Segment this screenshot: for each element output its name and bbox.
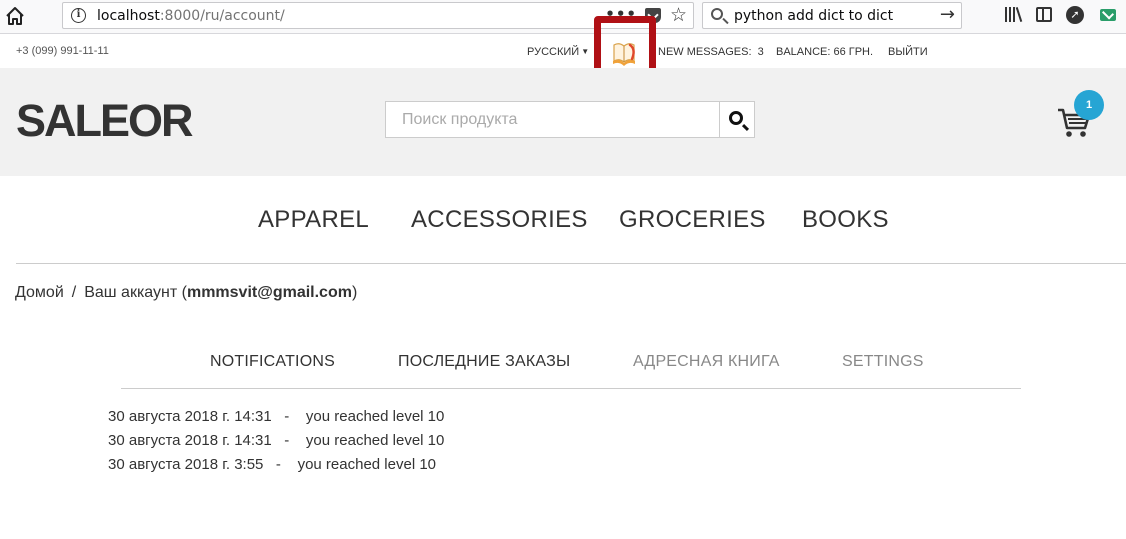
category-groceries[interactable]: GROCERIES — [619, 206, 766, 234]
divider — [16, 263, 1126, 264]
logout-link[interactable]: ВЫЙТИ — [888, 46, 928, 58]
account-email: mmmsvit@gmail.com — [186, 284, 352, 301]
extension-icon[interactable]: ➚ — [1066, 6, 1084, 24]
product-search-button[interactable] — [719, 101, 755, 138]
notification-item: 30 августа 2018 г. 14:31 - you reached l… — [108, 408, 445, 425]
new-messages-link[interactable]: NEW MESSAGES: 3 — [658, 46, 764, 58]
notification-item: 30 августа 2018 г. 14:31 - you reached l… — [108, 432, 445, 449]
browser-search-bar[interactable]: python add dict to dict → — [702, 2, 962, 29]
breadcrumb-separator: / — [71, 284, 77, 301]
tab-settings[interactable]: SETTINGS — [842, 353, 924, 371]
category-nav: APPAREL ACCESSORIES GROCERIES BOOKS — [0, 176, 1126, 264]
category-apparel[interactable]: APPAREL — [258, 206, 369, 234]
tab-address-book[interactable]: АДРЕСНАЯ КНИГА — [633, 353, 780, 371]
top-info-bar: +3 (099) 991-11-11 РУССКИЙ ▼ NEW MESSAGES… — [0, 16, 1126, 87]
balance-link[interactable]: BALANCE: 66 ГРН. — [776, 46, 873, 58]
search-icon — [711, 8, 723, 20]
dropdown-caret-icon: ▼ — [581, 47, 590, 56]
language-selector[interactable]: РУССКИЙ ▼ — [527, 46, 589, 58]
sidebar-icon[interactable] — [1036, 7, 1052, 22]
site-logo[interactable]: SALEOR — [16, 98, 194, 143]
notification-item: 30 августа 2018 г. 3:55 - you reached le… — [108, 456, 437, 473]
bookmark-star-icon[interactable]: ☆ — [670, 4, 687, 26]
breadcrumb-account: Ваш аккаунт ( — [84, 284, 187, 301]
tab-notifications[interactable]: NOTIFICATIONS — [210, 353, 335, 371]
library-icon[interactable] — [1004, 6, 1023, 24]
product-search-input[interactable] — [385, 101, 720, 138]
tab-recent-orders[interactable]: ПОСЛЕДНИЕ ЗАКАЗЫ — [398, 353, 570, 371]
info-icon[interactable]: i — [71, 8, 86, 23]
site-header: SALEOR 1 — [0, 68, 1126, 176]
phone-number: +3 (099) 991-11-11 — [16, 45, 109, 57]
search-icon — [729, 111, 743, 125]
mail-extension-icon[interactable] — [1100, 9, 1116, 21]
browser-search-query[interactable]: python add dict to dict — [734, 8, 893, 24]
tabs-divider — [121, 388, 1021, 389]
book-icon[interactable] — [610, 39, 638, 67]
home-icon[interactable] — [4, 5, 26, 27]
url-text[interactable]: localhost:8000/ru/account/ — [97, 8, 285, 24]
search-go-arrow-icon[interactable]: → — [940, 4, 955, 25]
category-books[interactable]: BOOKS — [802, 206, 889, 234]
category-accessories[interactable]: ACCESSORIES — [411, 206, 588, 234]
breadcrumb-home[interactable]: Домой — [15, 284, 64, 301]
breadcrumb: Домой / Ваш аккаунт (mmmsvit@gmail.com) — [15, 284, 358, 301]
cart-count-badge[interactable]: 1 — [1074, 90, 1104, 120]
browser-toolbar: i localhost:8000/ru/account/ ••• ☆ pytho… — [0, 0, 1126, 34]
